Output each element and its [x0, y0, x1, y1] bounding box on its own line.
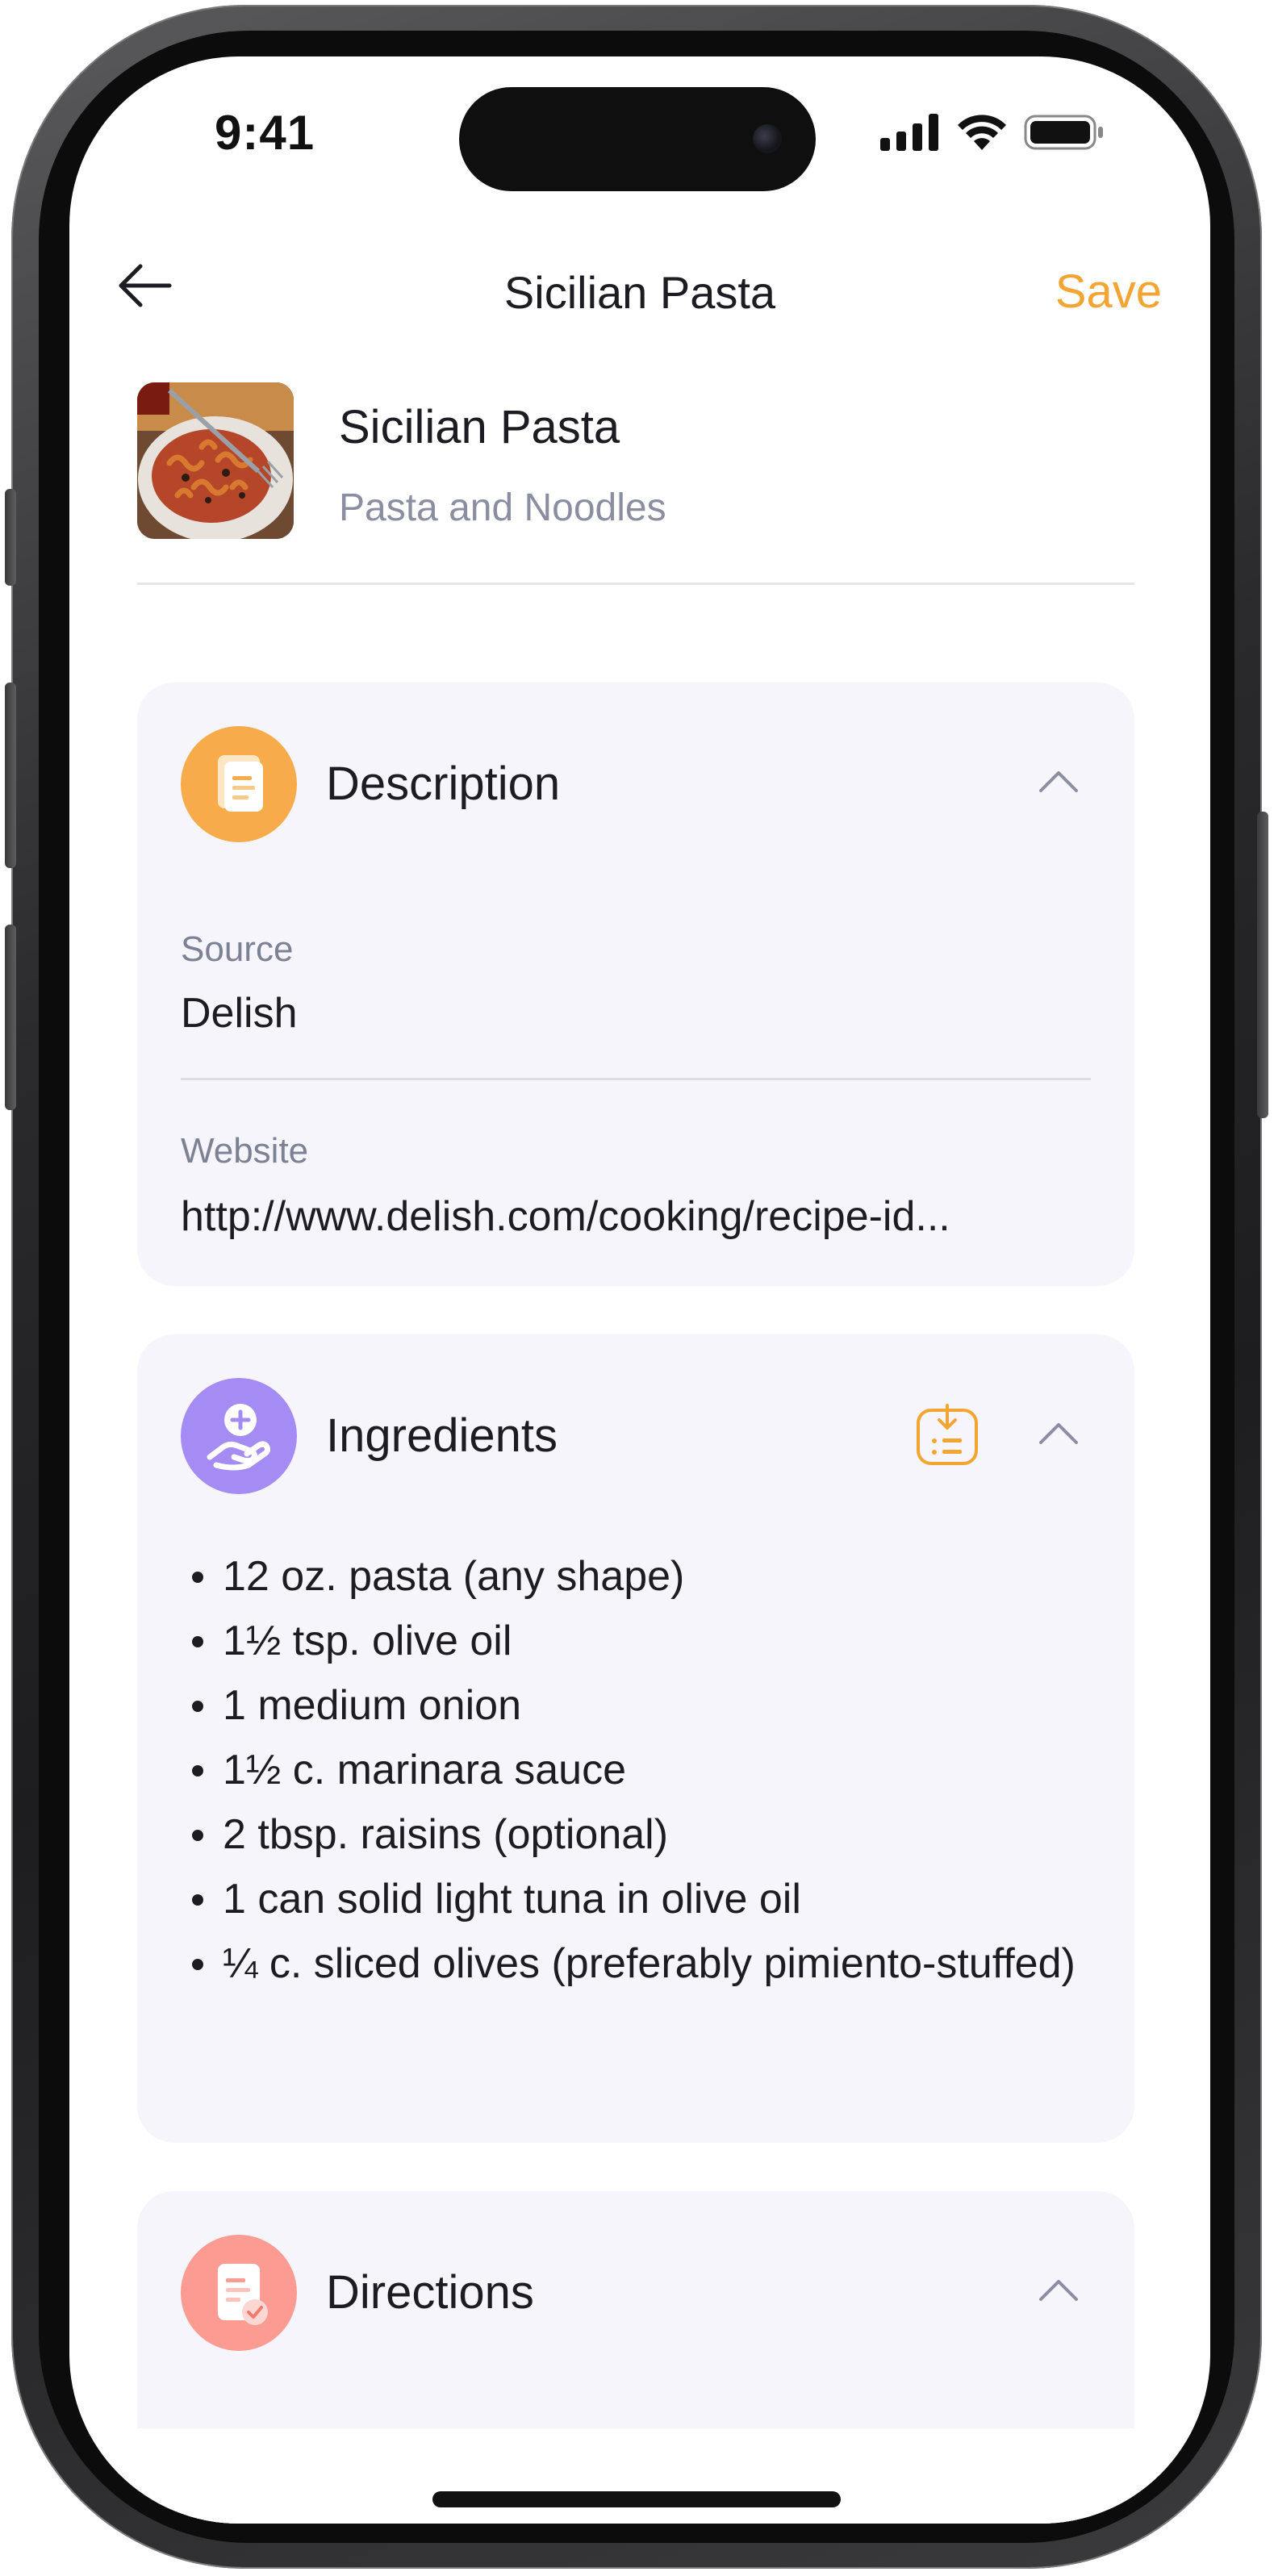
divider [181, 1078, 1091, 1080]
nav-bar: Sicilian Pasta Save [69, 242, 1210, 331]
wifi-icon [958, 115, 1006, 150]
status-time: 9:41 [215, 106, 315, 160]
save-button[interactable]: Save [1055, 265, 1162, 319]
recipe-thumbnail[interactable] [137, 382, 294, 539]
ingredients-card: Ingredients 12 oz. pasta (any shape) 1½ … [137, 1334, 1134, 2143]
divider [137, 582, 1134, 585]
bottom-safe-area [69, 2428, 1210, 2524]
description-card: Description Source Delish Website http:/… [137, 683, 1134, 1286]
hand-plus-icon [181, 1378, 297, 1494]
signal-icon [880, 114, 938, 151]
volume-down-button [5, 925, 16, 1110]
list-item: 1 can solid light tuna in olive oil [181, 1867, 1084, 1931]
chevron-up-icon[interactable] [1038, 1420, 1080, 1446]
home-indicator[interactable] [432, 2491, 841, 2507]
list-item: 2 tbsp. raisins (optional) [181, 1802, 1084, 1867]
directions-title: Directions [326, 2266, 534, 2319]
battery-icon [1024, 115, 1103, 150]
document-icon [181, 726, 297, 842]
source-label: Source [181, 929, 294, 969]
list-item: 1 medium onion [181, 1673, 1084, 1738]
document-check-icon [181, 2235, 297, 2351]
volume-up-button [5, 683, 16, 868]
dynamic-island [459, 87, 816, 191]
power-button [1257, 812, 1268, 1118]
ingredients-title: Ingredients [326, 1409, 558, 1462]
recipe-category: Pasta and Noodles [339, 486, 666, 529]
website-field[interactable]: http://www.delish.com/cooking/recipe-id.… [181, 1192, 950, 1241]
description-title: Description [326, 758, 561, 810]
chevron-up-icon[interactable] [1038, 768, 1080, 794]
source-field[interactable]: Delish [181, 989, 298, 1037]
list-item: ¼ c. sliced olives (preferably pimiento-… [181, 1931, 1084, 1996]
screen: 9:41 Sicilian Pasta Save Sicilian Pasta … [69, 56, 1210, 2524]
pasta-image [137, 382, 294, 539]
import-list-icon[interactable] [913, 1402, 981, 1470]
status-icons [880, 113, 1105, 152]
list-item: 1½ tsp. olive oil [181, 1609, 1084, 1673]
list-item: 1½ c. marinara sauce [181, 1738, 1084, 1802]
recipe-header: Sicilian Pasta Pasta and Noodles [137, 382, 1134, 539]
chevron-up-icon[interactable] [1038, 2277, 1080, 2303]
recipe-name: Sicilian Pasta [339, 401, 620, 453]
website-label: Website [181, 1131, 309, 1171]
ingredients-list: 12 oz. pasta (any shape) 1½ tsp. olive o… [181, 1544, 1084, 1996]
action-button [5, 489, 16, 586]
camera-icon [753, 124, 782, 153]
list-item: 12 oz. pasta (any shape) [181, 1544, 1084, 1609]
page-title: Sicilian Pasta [503, 267, 776, 318]
